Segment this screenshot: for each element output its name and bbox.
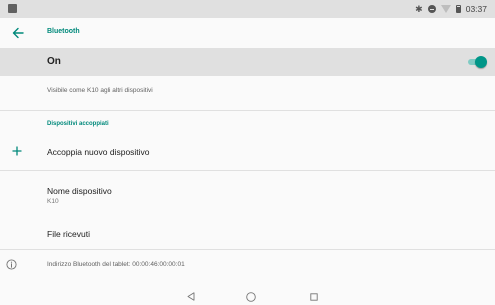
bluetooth-address-text: Indirizzo Bluetooth del tablet: 00:00:46…: [47, 261, 185, 268]
divider: [0, 110, 495, 111]
nav-back-icon[interactable]: [187, 292, 195, 301]
info-icon: [6, 259, 17, 270]
switch-thumb: [475, 56, 487, 68]
pair-new-device-item[interactable]: Accoppia nuovo dispositivo: [0, 140, 495, 164]
status-bar: ✱ 03:37: [0, 0, 495, 18]
device-name-item[interactable]: Nome dispositivo K10: [0, 182, 495, 212]
nav-recents-icon[interactable]: [310, 293, 318, 301]
bluetooth-address-row: Indirizzo Bluetooth del tablet: 00:00:46…: [0, 255, 495, 275]
arrow-back-icon[interactable]: [10, 25, 26, 41]
status-time: 03:37: [465, 4, 487, 14]
divider: [0, 249, 495, 250]
status-icons: ✱ 03:37: [415, 3, 487, 15]
do-not-disturb-icon: [427, 5, 436, 13]
bluetooth-icon: ✱: [415, 4, 423, 14]
received-files-item[interactable]: File ricevuti: [0, 225, 495, 245]
device-name-label: Nome dispositivo: [47, 186, 112, 196]
divider: [0, 170, 495, 171]
page-title: Bluetooth: [47, 28, 80, 35]
notification-icon: [8, 4, 17, 13]
received-files-label: File ricevuti: [47, 229, 90, 239]
toggle-label: On: [47, 56, 61, 67]
navigation-bar: [0, 289, 495, 305]
battery-icon: [455, 5, 461, 13]
wifi-icon: [440, 5, 451, 13]
bluetooth-toggle-row[interactable]: On: [0, 48, 495, 76]
paired-devices-header: Dispositivi accoppiati: [47, 121, 109, 127]
pair-new-device-label: Accoppia nuovo dispositivo: [47, 147, 150, 157]
app-bar: Bluetooth: [0, 18, 495, 48]
device-name-value: K10: [47, 198, 59, 205]
visibility-text: Visibile come K10 agli altri dispositivi: [47, 87, 153, 94]
plus-icon: [12, 146, 22, 156]
bluetooth-switch[interactable]: [468, 56, 487, 68]
nav-home-icon[interactable]: [246, 292, 256, 302]
